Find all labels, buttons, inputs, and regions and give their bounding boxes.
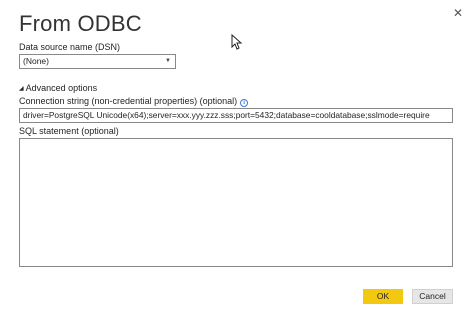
connection-string-label: Connection string (non-credential proper… bbox=[19, 96, 249, 107]
connection-string-label-text: Connection string (non-credential proper… bbox=[19, 96, 238, 106]
advanced-options-label: Advanced options bbox=[25, 83, 98, 93]
ok-button[interactable]: OK bbox=[363, 289, 403, 304]
info-icon[interactable]: i bbox=[240, 99, 249, 107]
chevron-down-icon: ▼ bbox=[165, 58, 171, 64]
sql-statement-textarea[interactable] bbox=[19, 138, 453, 267]
sql-statement-label: SQL statement (optional) bbox=[19, 126, 119, 136]
connection-string-input[interactable]: driver=PostgreSQL Unicode(x64);server=xx… bbox=[19, 108, 453, 123]
dsn-dropdown[interactable]: (None) ▼ bbox=[19, 54, 176, 69]
dialog-title: From ODBC bbox=[19, 11, 142, 36]
dsn-label: Data source name (DSN) bbox=[19, 42, 121, 52]
odbc-dialog: ✕ From ODBC Data source name (DSN) (None… bbox=[0, 0, 474, 323]
dsn-selected-value: (None) bbox=[23, 56, 49, 66]
close-icon[interactable]: ✕ bbox=[451, 6, 465, 20]
cancel-button[interactable]: Cancel bbox=[412, 289, 453, 304]
triangle-down-icon: ◢ bbox=[19, 86, 24, 92]
advanced-options-toggle[interactable]: ◢ Advanced options bbox=[19, 82, 97, 94]
mouse-cursor-icon bbox=[231, 34, 243, 50]
